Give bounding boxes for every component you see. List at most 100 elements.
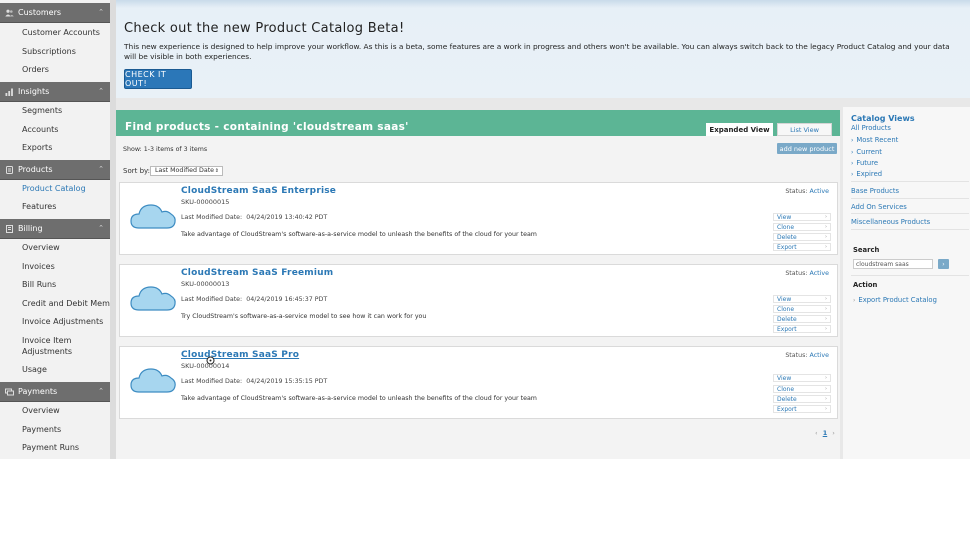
- sidebar-section-payments[interactable]: Payments ⌃: [0, 382, 110, 402]
- chevron-right-icon: ›: [825, 224, 827, 230]
- product-name-link[interactable]: CloudStream SaaS Pro: [181, 350, 299, 360]
- chevron-right-icon: ›: [825, 306, 827, 312]
- view-button[interactable]: View ›: [773, 374, 831, 382]
- page-number[interactable]: 1: [823, 429, 828, 437]
- chevron-up-icon[interactable]: ⌃: [98, 87, 104, 95]
- product-sku: SKU-00000013: [181, 280, 230, 288]
- all-products-link[interactable]: All Products: [851, 124, 891, 132]
- tab-expanded-view[interactable]: Expanded View: [706, 123, 773, 136]
- delete-button[interactable]: Delete ›: [773, 233, 831, 241]
- sidebar-item-invoices[interactable]: Invoices: [22, 262, 55, 272]
- sidebar-section-products[interactable]: Products ⌃: [0, 160, 110, 180]
- base-products-link[interactable]: Base Products: [851, 187, 899, 195]
- sidebar-item-bill-runs[interactable]: Bill Runs: [22, 280, 56, 290]
- chevron-right-icon: ›: [825, 296, 827, 302]
- export-product-catalog-link[interactable]: › Export Product Catalog: [853, 296, 937, 304]
- misc-products-link[interactable]: Miscellaneous Products: [851, 218, 930, 226]
- chevron-right-icon: ›: [851, 160, 854, 167]
- sidebar-section-customers[interactable]: Customers ⌃: [0, 3, 110, 23]
- product-sku: SKU-00000015: [181, 198, 230, 206]
- product-date: Last Modified Date: 04/24/2019 15:35:15 …: [181, 378, 327, 385]
- chevron-right-icon: ›: [853, 297, 856, 304]
- product-card: CloudStream SaaS Freemium SKU-00000013 L…: [119, 264, 838, 337]
- sidebar-item-usage[interactable]: Usage: [22, 365, 47, 375]
- sidebar-item-payment-runs[interactable]: Payment Runs: [22, 443, 79, 453]
- chevron-up-icon[interactable]: ⌃: [98, 224, 104, 232]
- sidebar-item-product-catalog[interactable]: Product Catalog: [22, 184, 86, 194]
- export-button[interactable]: Export ›: [773, 243, 831, 251]
- view-link-current[interactable]: › Current: [851, 148, 882, 156]
- export-button[interactable]: Export ›: [773, 325, 831, 333]
- sidebar-item-customer-accounts[interactable]: Customer Accounts: [22, 28, 100, 38]
- action-label: View: [777, 296, 792, 303]
- add-new-product-button[interactable]: add new product: [777, 143, 837, 154]
- sidebar-section-insights[interactable]: Insights ⌃: [0, 82, 110, 102]
- sidebar-item-features[interactable]: Features: [22, 202, 56, 212]
- view-link-label: Expired: [856, 170, 883, 178]
- sidebar-item-subscriptions[interactable]: Subscriptions: [22, 47, 76, 57]
- view-link-most-recent[interactable]: › Most Recent: [851, 136, 898, 144]
- catalog-views-title[interactable]: Catalog Views: [851, 114, 915, 123]
- delete-button[interactable]: Delete ›: [773, 395, 831, 403]
- chevron-right-icon: ›: [825, 386, 827, 392]
- product-description: Take advantage of CloudStream's software…: [181, 395, 537, 402]
- delete-button[interactable]: Delete ›: [773, 315, 831, 323]
- check-it-out-button[interactable]: CHECK IT OUT!: [124, 69, 192, 89]
- chevron-up-icon[interactable]: ⌃: [98, 8, 104, 16]
- tag-icon: [5, 165, 14, 174]
- chevron-right-icon: ›: [825, 214, 827, 220]
- sidebar-item-exports[interactable]: Exports: [22, 143, 52, 153]
- view-button[interactable]: View ›: [773, 213, 831, 221]
- sidebar-section-billing[interactable]: Billing ⌃: [0, 219, 110, 239]
- banner-title: Check out the new Product Catalog Beta!: [124, 21, 405, 36]
- status-label: Status:: [785, 352, 808, 359]
- sidebar-item-invoice-adjustments[interactable]: Invoice Adjustments: [22, 317, 103, 327]
- chevron-right-icon: ›: [825, 396, 827, 402]
- product-card: CloudStream SaaS Pro SKU-00000014 Last M…: [119, 346, 838, 419]
- sidebar-item-orders[interactable]: Orders: [22, 65, 49, 75]
- divider: [851, 275, 969, 276]
- sidebar-section-title: Billing: [18, 224, 43, 233]
- product-name-link[interactable]: CloudStream SaaS Enterprise: [181, 186, 336, 196]
- next-page-icon[interactable]: ›: [832, 429, 835, 437]
- sidebar-item-invoice-item-adjustments[interactable]: Invoice Item Adjustments: [22, 335, 102, 357]
- pagination: ‹ 1 ›: [815, 429, 835, 437]
- sort-select[interactable]: Last Modified Date ⇕: [150, 166, 223, 176]
- search-button[interactable]: ›: [938, 259, 949, 269]
- view-link-label: Most Recent: [856, 136, 899, 144]
- view-link-expired[interactable]: › Expired: [851, 170, 882, 178]
- sidebar-item-credit-debit-memos[interactable]: Credit and Debit Memos: [22, 299, 110, 309]
- add-on-services-link[interactable]: Add On Services: [851, 203, 907, 211]
- sidebar-item-accounts[interactable]: Accounts: [22, 125, 58, 135]
- sidebar-item-payments[interactable]: Payments: [22, 425, 61, 435]
- date-value: 04/24/2019 16:45:37 PDT: [246, 296, 328, 303]
- clone-button[interactable]: Clone ›: [773, 305, 831, 313]
- product-name-link[interactable]: CloudStream SaaS Freemium: [181, 268, 333, 278]
- sidebar-section-title: Products: [18, 165, 53, 174]
- search-input[interactable]: [853, 259, 933, 269]
- clone-button[interactable]: Clone ›: [773, 223, 831, 231]
- chevron-up-icon[interactable]: ⌃: [98, 387, 104, 395]
- sidebar-item-payments-overview[interactable]: Overview: [22, 406, 60, 416]
- cloud-icon: [130, 204, 176, 229]
- date-label: Last Modified Date:: [181, 214, 243, 221]
- status-value: Active: [809, 352, 829, 359]
- view-button[interactable]: View ›: [773, 295, 831, 303]
- chevron-right-icon: ›: [851, 171, 854, 178]
- sidebar-item-segments[interactable]: Segments: [22, 106, 62, 116]
- export-button[interactable]: Export ›: [773, 405, 831, 413]
- view-link-future[interactable]: › Future: [851, 159, 878, 167]
- sort-label: Sort by:: [123, 167, 151, 175]
- product-description: Try CloudStream's software-as-a-service …: [181, 313, 427, 320]
- tab-list-view[interactable]: List View: [777, 123, 832, 136]
- results-title: Find products - containing 'cloudstream …: [125, 121, 409, 133]
- sidebar-item-overview[interactable]: Overview: [22, 243, 60, 253]
- bar-chart-icon: [5, 88, 14, 96]
- sidebar: Customers ⌃ Customer Accounts Subscripti…: [0, 0, 110, 459]
- prev-page-icon[interactable]: ‹: [815, 429, 818, 437]
- document-icon: [5, 224, 14, 233]
- chevron-up-icon[interactable]: ⌃: [98, 165, 104, 173]
- action-label: Delete: [777, 316, 797, 323]
- product-status: Status: Active: [785, 188, 829, 195]
- clone-button[interactable]: Clone ›: [773, 385, 831, 393]
